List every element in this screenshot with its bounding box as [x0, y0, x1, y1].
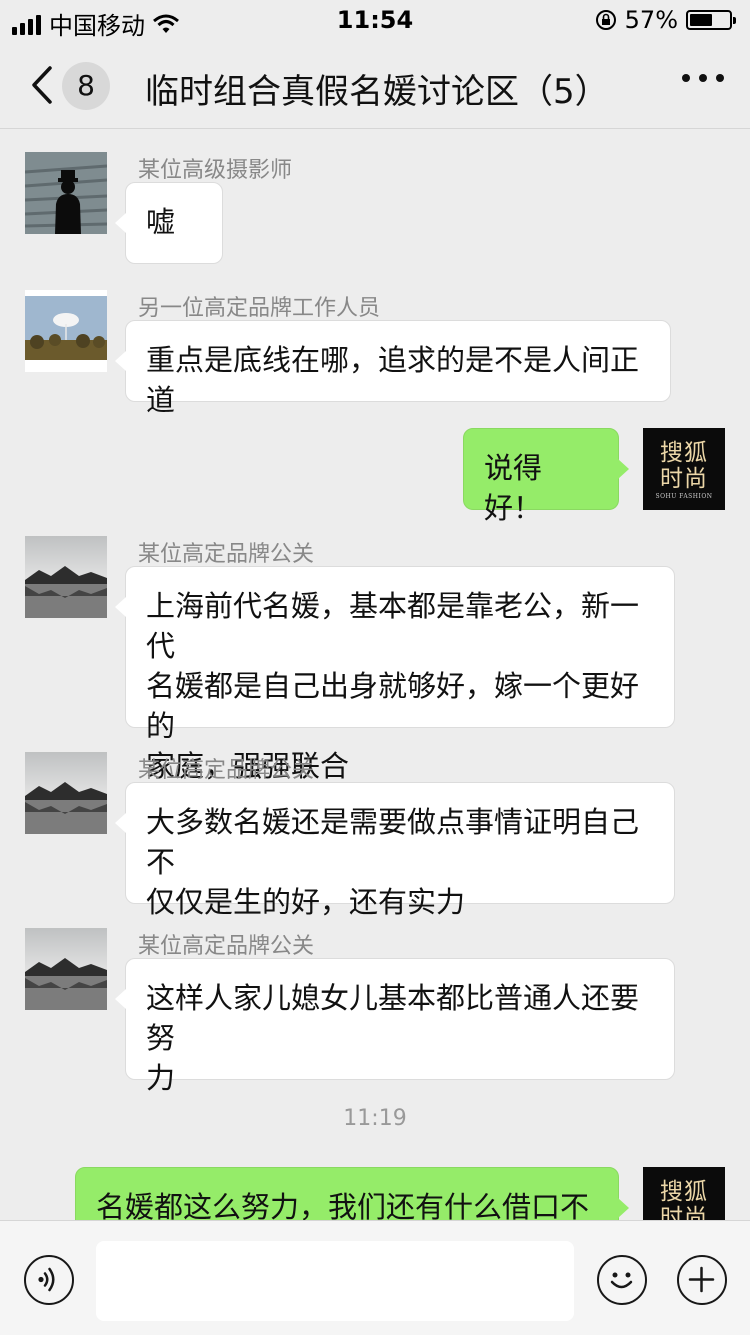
logo-line-1: 搜狐: [660, 440, 708, 466]
message-bubble[interactable]: 说得好！: [463, 428, 629, 525]
avatar-brand-staff[interactable]: [25, 290, 107, 372]
message-bubble[interactable]: 这样人家儿媳女儿基本都比普通人还要努 力: [115, 958, 675, 1095]
avatar-brand-pr[interactable]: [25, 536, 107, 618]
message-bubble[interactable]: 大多数名媛还是需要做点事情证明自己不 仅仅是生的好，还有实力: [115, 782, 675, 919]
message-line: 仅仅是生的好，还有实力: [146, 885, 466, 919]
sender-name: 某位高定品牌公关: [138, 542, 315, 567]
chat-header: 8 临时组合真假名媛讨论区（5）: [0, 42, 750, 129]
emoji-button[interactable]: [597, 1255, 647, 1305]
message-line: 大多数名媛还是需要做点事情证明自己不: [146, 805, 640, 879]
plus-icon: [688, 1266, 715, 1293]
avatar-self-sohu-fashion[interactable]: 搜狐 时尚 SOHU FASHION: [643, 428, 725, 510]
message-bubble[interactable]: 名媛都这么努力，我们还有什么借口不: [75, 1167, 629, 1220]
message-line: 这样人家儿媳女儿基本都比普通人还要努: [146, 981, 640, 1055]
voice-icon: [38, 1267, 55, 1292]
voice-input-button[interactable]: [24, 1255, 74, 1305]
chat-title: 临时组合真假名媛讨论区（5）: [145, 72, 609, 112]
emoji-icon: [610, 1272, 633, 1289]
orientation-lock-icon: [595, 10, 616, 30]
back-icon[interactable]: [22, 62, 62, 108]
message-bubble[interactable]: 重点是底线在哪，追求的是不是人间正道: [115, 320, 671, 417]
input-bar: [0, 1220, 750, 1335]
message-text: 名媛都这么努力，我们还有什么借口不: [96, 1190, 590, 1220]
message-text: 说得好！: [484, 451, 543, 525]
battery-icon: [686, 10, 736, 30]
more-options-icon[interactable]: [682, 74, 724, 82]
logo-line-2: 时尚: [660, 1205, 708, 1220]
message-list[interactable]: 某位高级摄影师 嘘 另一位高定品牌工作人员 重点是底线在哪，追求的是不是人间正道: [0, 128, 750, 1220]
sohu-fashion-logo: 搜狐 时尚 SOHU FASHION: [643, 1167, 725, 1220]
message-text: 重点是底线在哪，追求的是不是人间正道: [146, 343, 640, 417]
sender-name: 某位高级摄影师: [138, 158, 293, 183]
avatar-brand-pr[interactable]: [25, 928, 107, 1010]
message-line: 力: [146, 1061, 176, 1095]
message-bubble[interactable]: 嘘: [115, 182, 223, 264]
status-bar: 中国移动 11:54 57%: [0, 0, 750, 42]
unread-count-badge[interactable]: 8: [62, 62, 110, 110]
status-right: 57%: [595, 6, 736, 34]
avatar-photographer[interactable]: [25, 152, 107, 234]
avatar-brand-pr[interactable]: [25, 752, 107, 834]
sender-name: 某位高定品牌公关: [138, 758, 315, 783]
logo-line-2: 时尚: [660, 466, 708, 492]
battery-percent: 57%: [624, 6, 678, 34]
more-functions-button[interactable]: [677, 1255, 727, 1305]
battery-fill: [690, 14, 712, 26]
sender-name: 另一位高定品牌工作人员: [138, 296, 381, 321]
logo-line-1: 搜狐: [660, 1179, 708, 1205]
sender-name: 某位高定品牌公关: [138, 934, 315, 959]
message-line: 上海前代名媛，基本都是靠老公，新一代: [146, 589, 640, 663]
message-text: 嘘: [146, 205, 176, 239]
logo-line-3: SOHU FASHION: [655, 493, 713, 500]
message-input[interactable]: [96, 1241, 574, 1321]
avatar-self-sohu-fashion[interactable]: 搜狐 时尚 SOHU FASHION: [643, 1167, 725, 1220]
sohu-fashion-logo: 搜狐 时尚 SOHU FASHION: [643, 428, 725, 510]
message-timestamp: 11:19: [343, 1106, 407, 1131]
message-bubble[interactable]: 上海前代名媛，基本都是靠老公，新一代 名媛都是自己出身就够好，嫁一个更好的 家庭…: [115, 566, 675, 783]
message-line: 名媛都是自己出身就够好，嫁一个更好的: [146, 669, 640, 743]
